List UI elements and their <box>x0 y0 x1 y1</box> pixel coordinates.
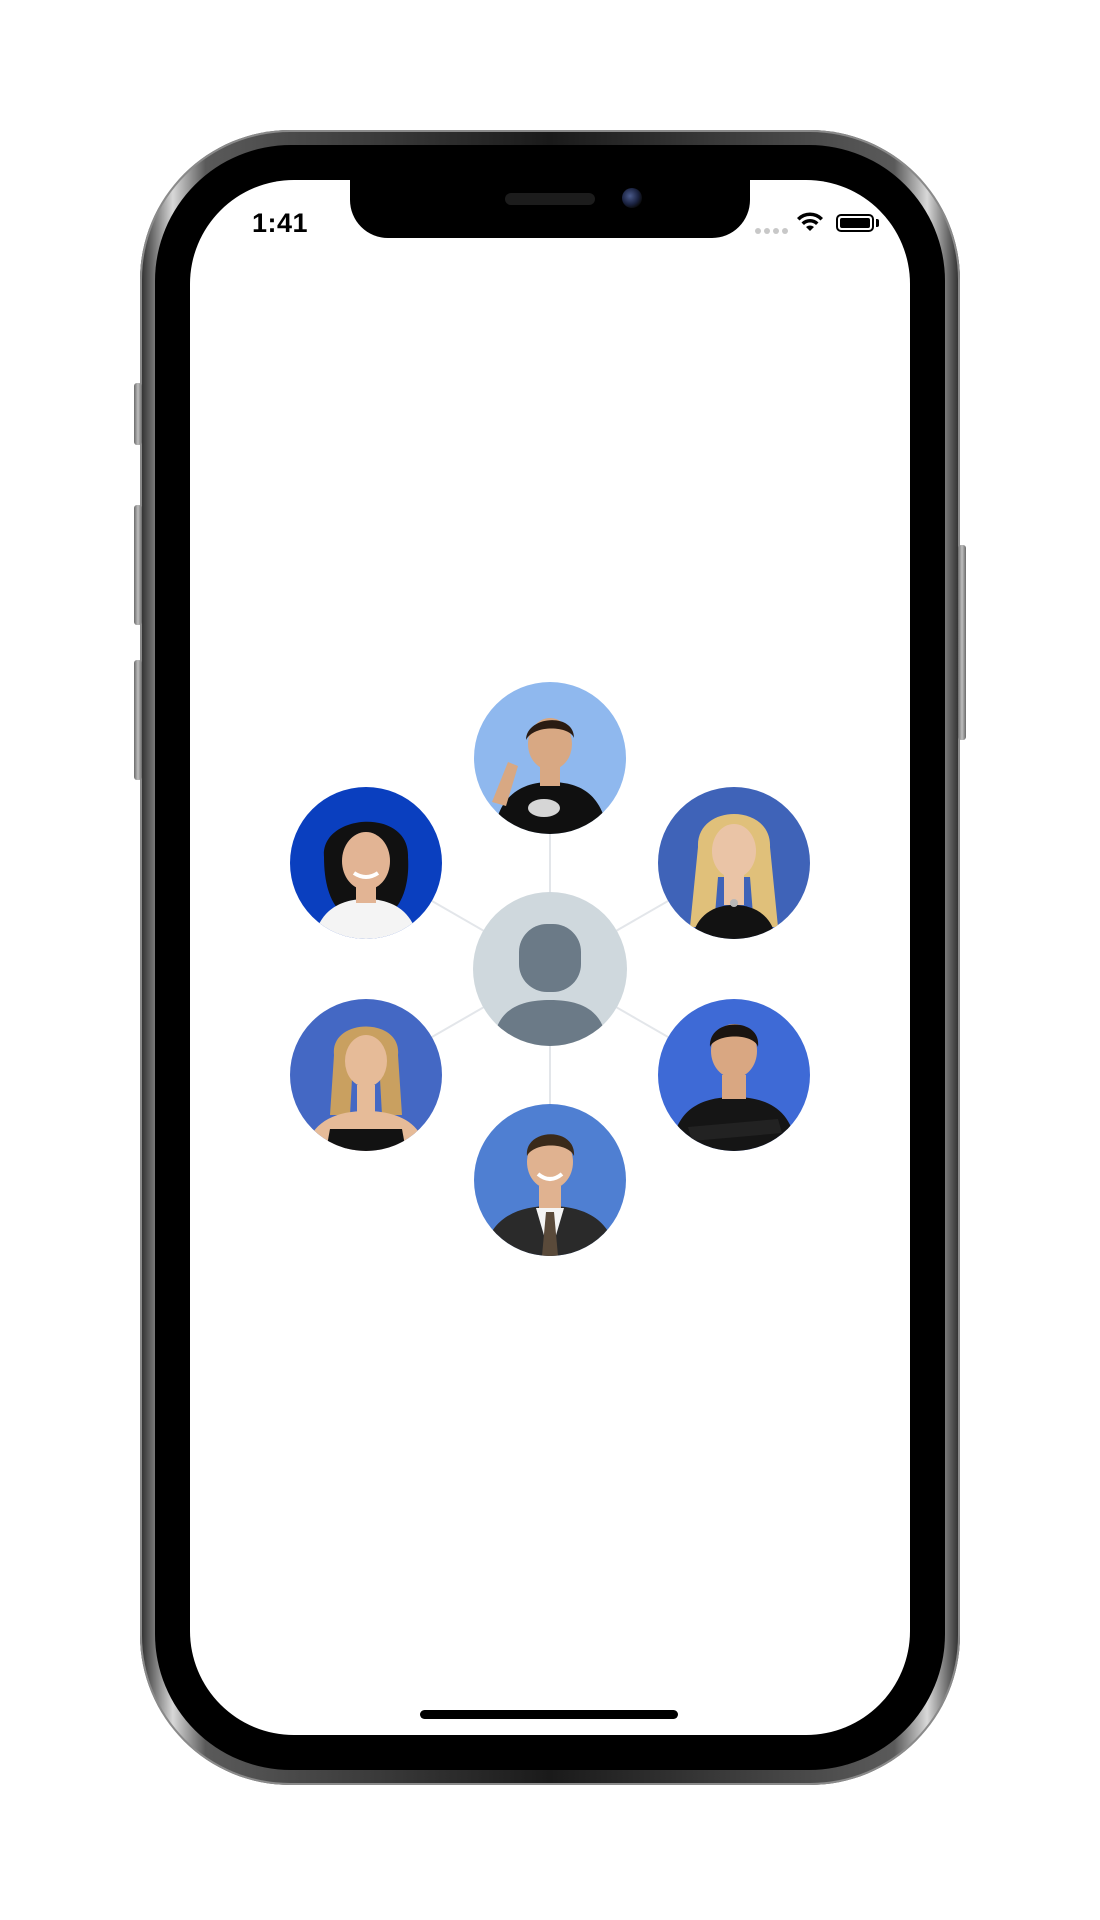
friend-node-top-left[interactable] <box>290 787 442 939</box>
person-photo-icon <box>474 1104 626 1256</box>
home-indicator[interactable] <box>420 1710 678 1719</box>
volume-up-button <box>134 505 142 625</box>
stage: 1:41 <box>0 0 1100 1920</box>
battery-cap <box>876 219 879 227</box>
friend-node-bottom[interactable] <box>474 1104 626 1256</box>
cellular-signal-icon <box>755 228 788 234</box>
earpiece-speaker <box>505 193 595 205</box>
notch <box>350 180 750 238</box>
wifi-icon <box>797 212 823 231</box>
friend-node-top[interactable] <box>474 682 626 834</box>
friend-node-bottom-right[interactable] <box>658 999 810 1151</box>
person-photo-icon <box>474 682 626 834</box>
status-time: 1:41 <box>252 208 309 238</box>
default-avatar-icon <box>493 924 607 1046</box>
volume-down-button <box>134 660 142 780</box>
person-photo-icon <box>290 999 442 1151</box>
current-user-node[interactable] <box>473 892 627 1046</box>
power-button <box>958 545 966 740</box>
person-photo-icon <box>658 999 810 1151</box>
friend-node-top-right[interactable] <box>658 787 810 939</box>
person-photo-icon <box>290 787 442 939</box>
friend-node-bottom-left[interactable] <box>290 999 442 1151</box>
silent-switch <box>134 383 142 445</box>
front-camera <box>622 188 642 208</box>
person-photo-icon <box>658 787 810 939</box>
battery-icon <box>836 214 874 232</box>
